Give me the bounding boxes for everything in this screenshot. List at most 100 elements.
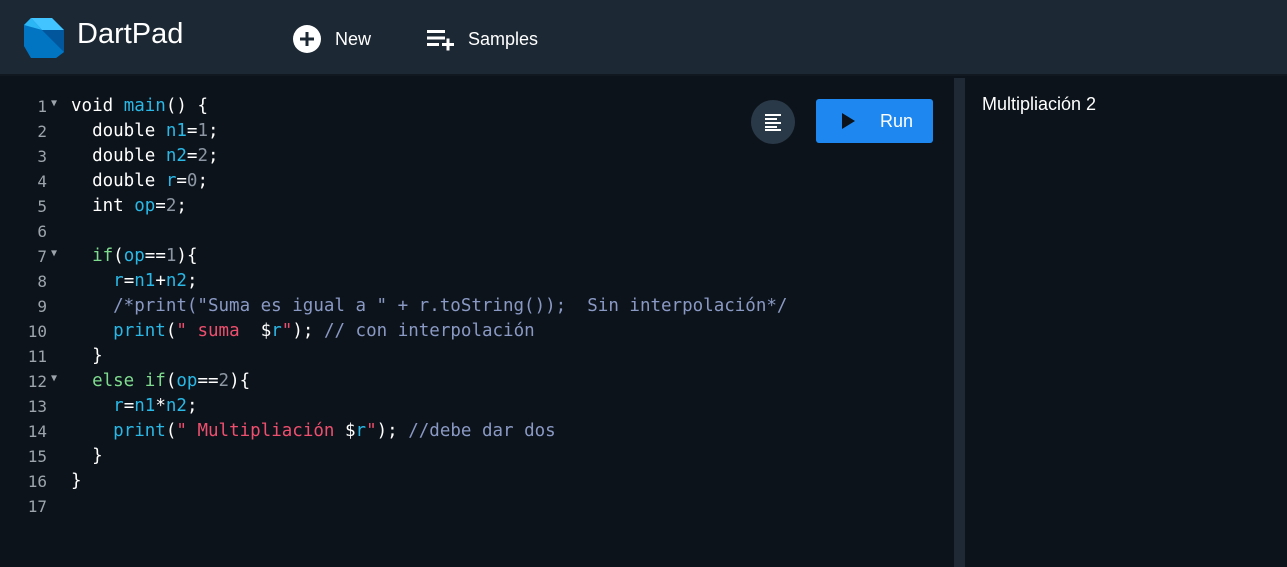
- code-token: // con interpolación: [323, 321, 535, 341]
- code-line[interactable]: 16}: [10, 469, 940, 494]
- code-text: r=n1+n2;: [71, 269, 198, 294]
- code-line[interactable]: 15 }: [10, 444, 940, 469]
- code-token: ==: [144, 246, 166, 266]
- code-token: r: [165, 171, 177, 191]
- code-token: (: [165, 371, 177, 391]
- line-number: 14: [27, 422, 47, 441]
- app-title: DartPad: [77, 18, 184, 50]
- code-token: print: [113, 421, 166, 441]
- code-token: ==: [197, 371, 219, 391]
- code-token: ;: [197, 171, 209, 191]
- code-line[interactable]: 2 double n1=1;: [10, 119, 940, 144]
- code-token: 1: [197, 121, 208, 141]
- code-token: if: [92, 246, 114, 266]
- format-align-icon: [765, 114, 781, 131]
- code-line[interactable]: 17: [10, 494, 940, 519]
- code-text: double r=0;: [71, 169, 208, 194]
- code-token: ;: [186, 271, 198, 291]
- code-line[interactable]: 10 print(" suma $r"); // con interpolaci…: [10, 319, 940, 344]
- code-editor[interactable]: 1 ▼ void main() {2 double n1=1; 3 double n2…: [10, 78, 954, 567]
- line-number: 16: [27, 472, 47, 491]
- code-token: double: [71, 121, 166, 141]
- code-text: double n1=1;: [71, 119, 219, 144]
- code-line[interactable]: 9 /*print("Suma es igual a " + r.toStrin…: [10, 294, 940, 319]
- code-line[interactable]: 8 r=n1+n2;: [10, 269, 940, 294]
- run-button[interactable]: Run: [816, 99, 933, 143]
- code-line[interactable]: 4 double r=0;: [10, 169, 940, 194]
- code-line[interactable]: 14 print(" Multipliación $r"); //debe da…: [10, 419, 940, 444]
- line-number: 1: [37, 97, 47, 116]
- code-line[interactable]: 6: [10, 219, 940, 244]
- code-line[interactable]: 5 int op=2;: [10, 194, 940, 219]
- code-token: 2: [197, 146, 208, 166]
- code-text: double n2=2;: [71, 144, 219, 169]
- code-token: );: [376, 421, 409, 441]
- code-text: else if(op==2){: [71, 369, 250, 394]
- code-token: print: [113, 321, 166, 341]
- code-token: =: [155, 196, 166, 216]
- line-number: 8: [37, 272, 47, 291]
- code-token: op: [134, 196, 156, 216]
- code-token: void: [71, 96, 124, 116]
- line-number: 15: [27, 447, 47, 466]
- code-text: if(op==1){: [71, 244, 197, 269]
- code-line[interactable]: 13 r=n1*n2;: [10, 394, 940, 419]
- line-number: 13: [27, 397, 47, 416]
- code-text: }: [71, 344, 103, 369]
- code-token: r: [113, 271, 124, 291]
- code-text: }: [71, 444, 103, 469]
- samples-button[interactable]: Samples: [425, 22, 538, 56]
- line-number: 17: [27, 497, 47, 516]
- new-button[interactable]: New: [292, 22, 371, 56]
- code-token: 0: [186, 171, 198, 191]
- fold-toggle-icon[interactable]: ▼: [51, 94, 57, 114]
- code-token: /*print("Suma es igual a " + r.toString(…: [71, 296, 788, 316]
- code-token: else if: [92, 371, 166, 391]
- code-token: ;: [208, 121, 219, 141]
- code-token: ": [366, 421, 377, 441]
- line-number: 3: [37, 147, 47, 166]
- line-number: 11: [27, 347, 47, 366]
- top-app-bar: DartPad New Samples: [0, 0, 1287, 76]
- code-line[interactable]: 1 ▼ void main() {: [10, 94, 940, 119]
- code-token: ;: [208, 146, 219, 166]
- code-token: r: [113, 396, 124, 416]
- line-number: 12: [27, 372, 47, 391]
- code-token: ;: [186, 396, 198, 416]
- code-token: );: [292, 321, 324, 341]
- code-line[interactable]: 11 }: [10, 344, 940, 369]
- console-output-text: Multipliación 2: [982, 94, 1097, 114]
- code-token: ": [281, 321, 293, 341]
- fold-toggle-icon[interactable]: ▼: [51, 244, 57, 264]
- code-token: int: [71, 196, 135, 216]
- line-number: 7: [37, 247, 47, 266]
- code-line[interactable]: 7 ▼ if(op==1){: [10, 244, 940, 269]
- code-text: }: [71, 469, 82, 494]
- code-token: " Multipliación: [176, 421, 345, 441]
- code-token: ){: [176, 246, 198, 266]
- code-token: =: [186, 121, 198, 141]
- code-token: double: [71, 171, 166, 191]
- add-circle-icon: [293, 25, 321, 53]
- code-token: =: [176, 171, 187, 191]
- code-token: $: [344, 421, 356, 441]
- code-text: void main() {: [71, 94, 208, 119]
- code-token: n1: [165, 121, 187, 141]
- format-button[interactable]: [751, 100, 795, 144]
- code-token: *: [155, 396, 166, 416]
- line-number: 10: [27, 322, 47, 341]
- code-token: n1: [134, 396, 156, 416]
- line-number: 9: [37, 297, 47, 316]
- code-text: int op=2;: [71, 194, 187, 219]
- panel-splitter[interactable]: [954, 78, 965, 567]
- code-line[interactable]: 12 ▼ else if(op==2){: [10, 369, 940, 394]
- code-token: n2: [165, 271, 187, 291]
- code-line[interactable]: 3 double n2=2;: [10, 144, 940, 169]
- line-number: 2: [37, 122, 47, 141]
- fold-toggle-icon[interactable]: ▼: [51, 369, 57, 389]
